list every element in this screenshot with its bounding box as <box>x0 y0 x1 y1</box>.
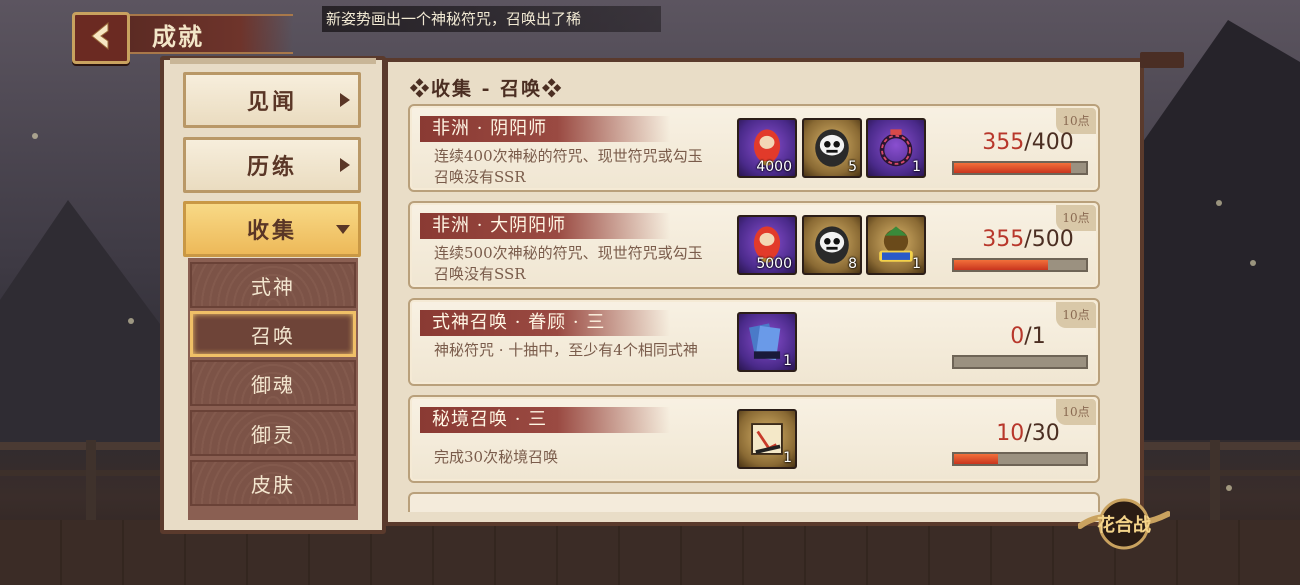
achievement-description: 连续400次神秘的符咒、现世符咒或勾玉召唤没有SSR <box>434 147 703 186</box>
progress-current: 10 <box>996 421 1025 446</box>
sidebar-scroll-edge <box>170 58 376 64</box>
reward-count: 1 <box>912 159 921 175</box>
progress-text: 355/400 <box>970 130 1086 155</box>
achievement-card: 非洲 · 大阴阳师 连续500次神秘的符咒、现世符咒或勾玉召唤没有SSR 10点… <box>408 201 1100 289</box>
category-lilian[interactable]: 历练 <box>183 137 361 193</box>
reward-count: 1 <box>912 256 921 272</box>
chevron-down-icon <box>336 225 350 234</box>
reward-item[interactable]: 1 <box>737 409 797 469</box>
progress-total: /1 <box>1024 324 1046 349</box>
progress-fill <box>954 163 1072 173</box>
progress-text: 355/500 <box>970 227 1086 252</box>
page-title: 成就 <box>118 14 293 54</box>
background-mountain-right <box>1140 20 1300 440</box>
firefly <box>1216 200 1222 206</box>
category-label: 见闻 <box>246 89 297 115</box>
reward-count: 1 <box>783 450 792 466</box>
subcategory-zhaohuan[interactable]: 召唤 <box>190 311 356 357</box>
reward-item[interactable]: 5 <box>802 118 862 178</box>
subcategory-pifu[interactable]: 皮肤 <box>190 460 356 506</box>
reward-item[interactable]: 1 <box>737 312 797 372</box>
reward-item[interactable]: 4000 <box>737 118 797 178</box>
achievement-card: 非洲 · 阴阳师 连续400次神秘的符咒、现世符咒或勾玉召唤没有SSR 10点 … <box>408 104 1100 192</box>
reward-item[interactable]: 1 <box>866 118 926 178</box>
progress-bar <box>952 355 1088 369</box>
section-title: ❖收集 - 召唤❖ <box>410 78 564 100</box>
reward-count: 8 <box>848 256 857 272</box>
subcategory-shishen[interactable]: 式神 <box>190 262 356 308</box>
category-label: 历练 <box>246 154 297 180</box>
chevron-right-icon <box>340 93 350 107</box>
reward-count: 5 <box>848 159 857 175</box>
progress-fill <box>954 260 1048 270</box>
reward-count: 5000 <box>756 256 792 272</box>
chevron-left-icon <box>88 21 114 55</box>
progress-current: 355 <box>982 130 1025 155</box>
reward-item[interactable]: 1 <box>866 215 926 275</box>
firefly <box>128 318 134 324</box>
railing-post <box>1210 440 1220 520</box>
achievement-description: 神秘符咒 · 十抽中，至少有4个相同式神 <box>434 341 698 359</box>
progress-current: 0 <box>1010 324 1025 349</box>
announcement-marquee: 新姿势画出一个神秘符咒，召唤出了稀 <box>322 6 661 32</box>
achievement-description: 完成30次秘境召唤 <box>434 448 559 466</box>
achievement-card: 式神召唤 · 眷顾 · 三 神秘符咒 · 十抽中，至少有4个相同式神 10点 1… <box>408 298 1100 386</box>
back-button[interactable] <box>72 12 130 64</box>
reward-item[interactable]: 5000 <box>737 215 797 275</box>
scroll-rod <box>1140 52 1184 68</box>
progress-current: 355 <box>982 227 1025 252</box>
progress-text: 10/30 <box>970 421 1086 446</box>
achievement-description: 连续500次神秘的符咒、现世符咒或勾玉召唤没有SSR <box>434 244 703 283</box>
chevron-right-icon <box>340 158 350 172</box>
category-label: 收集 <box>246 218 297 244</box>
achievement-title: 非洲 · 阴阳师 <box>420 116 670 142</box>
subcategory-yuling[interactable]: 御灵 <box>190 410 356 456</box>
reward-count: 1 <box>783 353 792 369</box>
firefly <box>32 133 38 139</box>
achievement-card: 秘境召唤 · 三 完成30次秘境召唤 10点 1 10/30 <box>408 395 1100 483</box>
progress-total: /500 <box>1024 227 1074 252</box>
progress-total: /400 <box>1024 130 1074 155</box>
progress-text: 0/1 <box>970 324 1086 349</box>
huahezhan-label: 花合战 <box>1097 514 1151 536</box>
subcategory-yuhun[interactable]: 御魂 <box>190 360 356 406</box>
huahezhan-button[interactable]: 花合战 <box>1077 496 1171 552</box>
railing-post <box>86 440 96 520</box>
reward-item[interactable]: 8 <box>802 215 862 275</box>
progress-fill <box>954 454 998 464</box>
background-mountain-left <box>0 200 170 450</box>
category-jianwen[interactable]: 见闻 <box>183 72 361 128</box>
reward-count: 4000 <box>756 159 792 175</box>
firefly <box>1226 485 1232 491</box>
achievement-title: 非洲 · 大阴阳师 <box>420 213 670 239</box>
progress-bar <box>952 452 1088 466</box>
progress-total: /30 <box>1024 421 1060 446</box>
huahezhan-badge-icon: 花合战 <box>1077 498 1171 550</box>
next-card-peek <box>408 492 1100 512</box>
achievement-title: 式神召唤 · 眷顾 · 三 <box>420 310 670 336</box>
progress-bar <box>952 161 1088 175</box>
achievement-title: 秘境召唤 · 三 <box>420 407 670 433</box>
firefly <box>1250 260 1256 266</box>
category-shouji[interactable]: 收集 <box>183 201 361 257</box>
progress-bar <box>952 258 1088 272</box>
